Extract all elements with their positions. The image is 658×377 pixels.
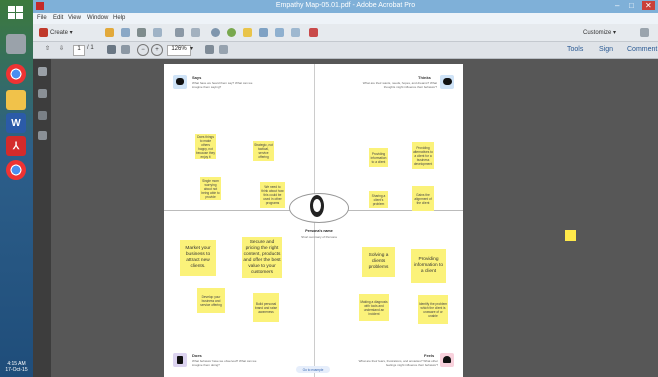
speech-bubble-icon [173,75,187,89]
fit-page-icon[interactable] [205,45,214,54]
sticky-note[interactable]: Solving a clients problems [362,247,395,277]
comment-icon[interactable] [243,28,252,37]
sticky-note[interactable]: Develop your business and service offeri… [197,288,225,313]
persona-summary: Short summary of Persona [301,235,337,239]
menu-help[interactable]: Help [113,15,125,21]
word-icon[interactable]: W [6,113,26,133]
open-folder-icon[interactable] [105,28,114,37]
tools-panel-tab[interactable]: Tools [567,46,583,53]
sticky-note[interactable]: Market your business to attract new clie… [180,240,216,276]
previous-page-icon[interactable]: ⇧ [45,45,50,52]
sticky-note[interactable]: Build personal brand and raise awareness [253,293,279,322]
says-subtitle: What have we heard them say? What can we… [192,81,253,89]
document-work-area[interactable]: Says What have we heard them say? What c… [51,59,658,377]
clock-date: 17-Oct-15 [5,367,28,373]
zoom-out-icon[interactable]: − [137,44,149,56]
attachments-icon[interactable] [38,111,47,120]
feels-subtitle: What are their fears, frustrations, and … [358,359,438,367]
sign-panel-tab[interactable]: Sign [599,46,613,53]
thinks-title: Thinks [418,75,431,80]
window-title: Empathy Map-05.01.pdf - Adobe Acrobat Pr… [275,2,416,9]
title-bar: Empathy Map-05.01.pdf - Adobe Acrobat Pr… [33,0,658,13]
stamp-icon[interactable] [259,28,268,37]
full-screen-icon[interactable] [219,45,228,54]
says-title: Says [192,75,202,80]
left-navigation-pane [33,59,51,377]
customize-label: Customize [583,29,612,36]
bookmarks-icon[interactable] [38,89,47,98]
pdf-page[interactable]: Says What have we heard them say? What c… [164,64,463,377]
signatures-icon[interactable] [38,131,47,140]
thought-cloud-icon [440,75,454,89]
thinks-subtitle: What are their wants, needs, hopes, and … [362,81,437,89]
navigation-toolbar: ⇧ ⇩ 1 / 1 − + 126% ▾ Tools Sign Comment [33,42,658,59]
sticky-note[interactable]: Strategic, not tactical, service offerin… [253,141,274,161]
menu-file[interactable]: File [37,15,47,21]
email-icon[interactable] [153,28,162,37]
close-button[interactable]: ✕ [642,1,655,10]
menu-edit[interactable]: Edit [53,15,63,21]
hand-icon [173,353,187,367]
acrobat-icon[interactable]: ⅄ [6,136,26,156]
sticky-note[interactable]: Does things to make others happy, not be… [195,134,216,159]
page-number-field[interactable]: 1 [73,45,85,56]
heart-icon [440,353,454,367]
scan-icon[interactable] [191,28,200,37]
hand-tool-icon[interactable] [121,45,130,54]
maximize-button[interactable]: □ [629,1,634,10]
sticky-note[interactable]: Making a diagnosis with tools and unders… [359,294,389,321]
select-tool-icon[interactable] [107,45,116,54]
sticky-note[interactable]: Gains the alignment of the client [412,186,434,211]
sticky-note[interactable]: Providing information to a client [369,148,388,167]
taskbar-clock[interactable]: 4:15 AM 17-Oct-15 [0,361,33,373]
sticky-note[interactable]: We need to think about how this could be… [260,182,285,208]
minimize-button[interactable]: – [615,1,619,10]
next-page-icon[interactable]: ⇩ [59,45,64,52]
acrobat-window: Empathy Map-05.01.pdf - Adobe Acrobat Pr… [33,0,658,377]
sticky-note[interactable]: Identify the problem which the client is… [418,295,448,324]
attach-icon[interactable] [291,28,300,37]
file-explorer-icon[interactable] [6,90,26,110]
page-thumbnails-icon[interactable] [38,67,47,76]
does-subtitle: What behavior have we observed? What can… [192,359,257,367]
chrome-icon[interactable] [6,64,26,84]
does-title: Does [192,353,202,358]
main-toolbar: Create ▾ Customize ▾ [33,24,658,42]
windows-start-icon[interactable] [8,6,24,20]
zoom-level-field[interactable]: 126% [167,45,191,56]
go-to-example-link[interactable]: Go to example [296,366,330,373]
sticky-note[interactable]: Providing information to a client [411,249,446,283]
comment-panel-tab[interactable]: Comment [627,46,657,53]
sticky-note[interactable]: Single mom worrying about not being able… [200,177,221,200]
taskbar-app-icon[interactable] [6,34,26,54]
create-button[interactable]: Create ▾ [50,27,73,38]
feels-title: Feels [424,353,435,358]
toolbar-extra-icon[interactable] [640,28,649,37]
zoom-dropdown-icon[interactable]: ▾ [190,45,193,52]
sticky-note[interactable]: Sharing a client's problem [369,191,388,208]
sign-tool-icon[interactable] [309,28,318,37]
zoom-in-icon[interactable]: + [151,44,163,56]
customize-dropdown[interactable]: Customize ▾ [583,27,616,38]
windows-taskbar: W ⅄ 4:15 AM 17-Oct-15 [0,0,33,377]
save-icon[interactable] [121,28,130,37]
persona-name: Persona's name [305,229,333,233]
print-icon[interactable] [137,28,146,37]
sticky-note[interactable]: Secure and pricing the right content, pr… [242,237,282,278]
persona-avatar-icon [310,195,324,217]
menu-bar: File Edit View Window Help [33,13,658,24]
share-icon[interactable] [227,28,236,37]
chrome-icon-2[interactable] [6,160,26,180]
create-label: Create [50,29,69,36]
menu-window[interactable]: Window [87,15,108,21]
menu-view[interactable]: View [68,15,81,21]
sticky-note[interactable]: Providing alternatives to a client for a… [412,142,434,169]
page-total: / 1 [87,45,94,51]
export-icon[interactable] [175,28,184,37]
review-icon[interactable] [275,28,284,37]
settings-icon[interactable] [211,28,220,37]
create-icon [39,28,48,37]
comment-marker-icon[interactable] [565,230,576,241]
